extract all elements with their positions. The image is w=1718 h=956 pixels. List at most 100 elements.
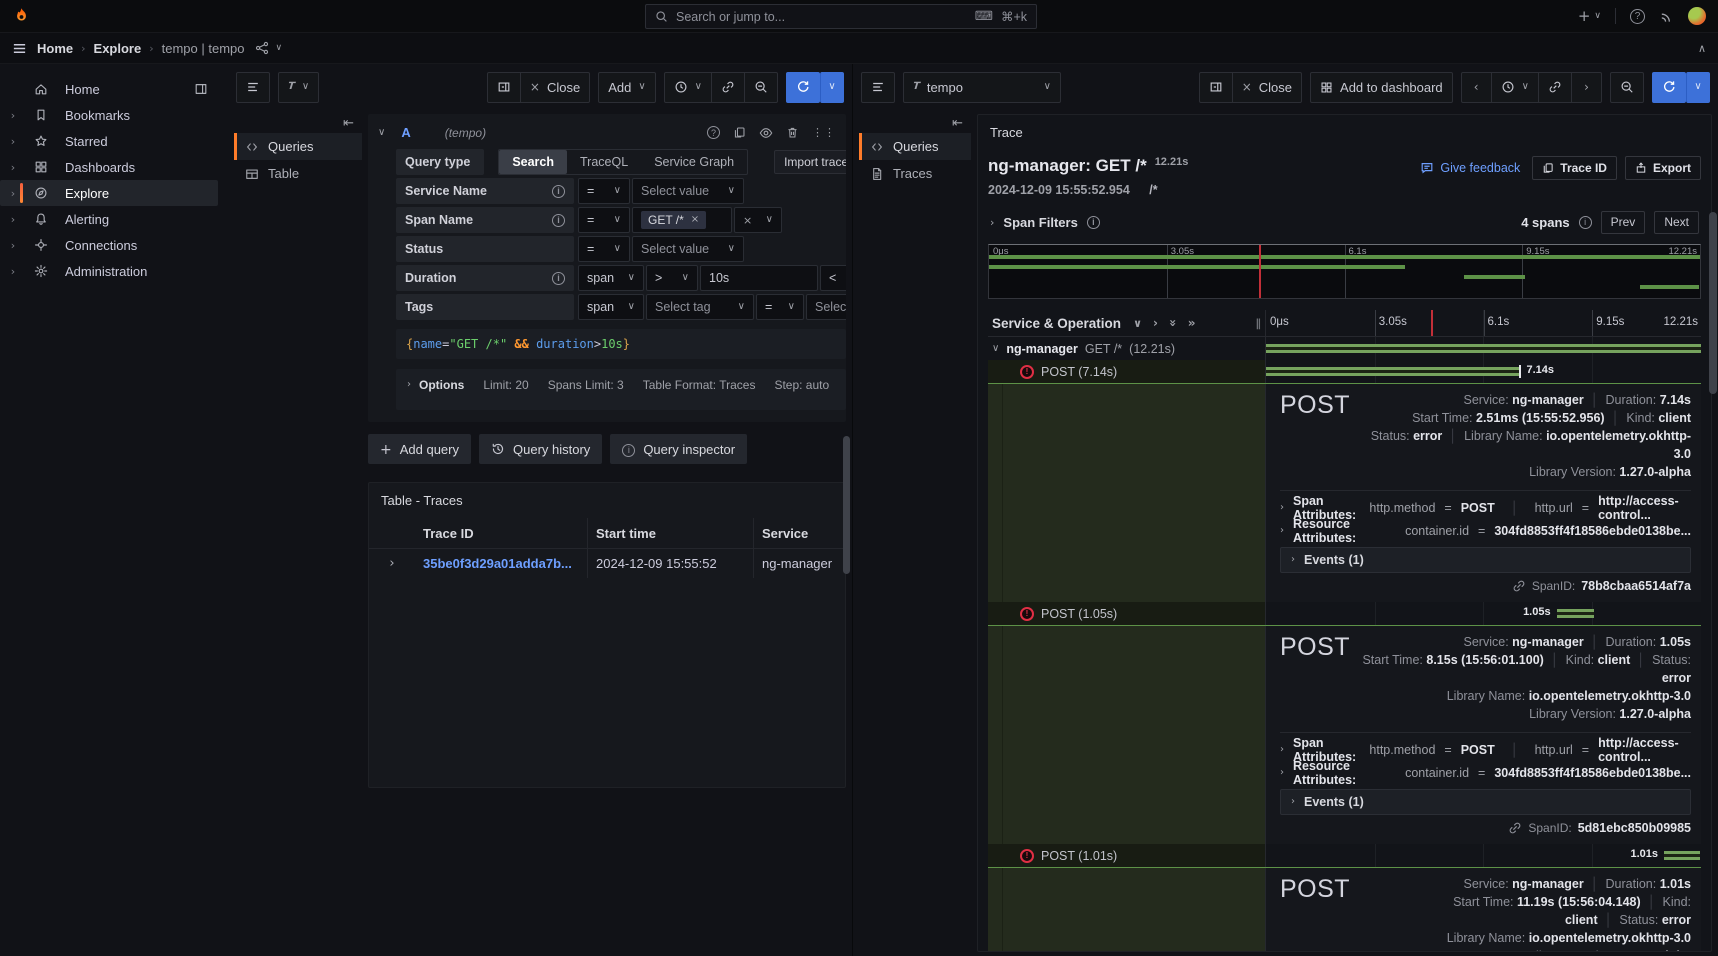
panel-title[interactable]: Trace bbox=[990, 125, 1701, 140]
chevron-right-icon[interactable]: › bbox=[1280, 526, 1284, 536]
sidebar-item-administration[interactable]: ›Administration bbox=[0, 258, 218, 284]
span-label-cell[interactable]: !POST (1.05s) bbox=[988, 602, 1266, 625]
chevron-right-icon[interactable]: › bbox=[0, 240, 26, 251]
link-icon[interactable] bbox=[1538, 72, 1572, 103]
trace-scrollbar[interactable] bbox=[1709, 212, 1712, 394]
expand-right-icon[interactable]: › bbox=[1153, 317, 1158, 329]
duration-scope-select[interactable]: span∨ bbox=[578, 265, 644, 291]
export-button[interactable]: Export bbox=[1625, 156, 1701, 180]
tags-scope-select[interactable]: span∨ bbox=[578, 294, 644, 320]
chevron-right-icon[interactable]: › bbox=[0, 136, 26, 147]
collapse-rail-icon[interactable]: ⇤ bbox=[343, 117, 354, 130]
span-row[interactable]: !POST (7.14s)7.14s bbox=[988, 360, 1701, 383]
sort-down-icon[interactable]: ∨ bbox=[1133, 318, 1142, 329]
service-name-value-select[interactable]: Select value∨ bbox=[632, 178, 744, 204]
options-toggle[interactable]: ›Options bbox=[407, 378, 464, 392]
status-op-select[interactable]: =∨ bbox=[578, 236, 630, 262]
duration-max-op-select[interactable]: < bbox=[820, 265, 846, 291]
add-to-dashboard-button[interactable]: Add to dashboard bbox=[1310, 72, 1453, 103]
chevron-right-icon[interactable]: › bbox=[1291, 555, 1295, 565]
left-pane-scrollbar[interactable] bbox=[843, 436, 850, 574]
duplicate-query-icon[interactable] bbox=[733, 126, 746, 139]
span-name-clear[interactable]: ×∨ bbox=[734, 207, 782, 233]
status-value-select[interactable]: Select value∨ bbox=[632, 236, 744, 262]
chevron-right-icon[interactable]: › bbox=[1291, 797, 1295, 807]
sidebar-item-dashboards[interactable]: ›Dashboards bbox=[0, 154, 218, 180]
sidebar-item-bookmarks[interactable]: ›Bookmarks bbox=[0, 102, 218, 128]
import-trace-button[interactable]: Import trace bbox=[774, 150, 846, 174]
delete-query-icon[interactable] bbox=[786, 126, 799, 139]
query-type-traceql[interactable]: TraceQL bbox=[567, 150, 641, 174]
grafana-logo-icon[interactable] bbox=[12, 7, 31, 26]
span-bar[interactable] bbox=[1664, 851, 1700, 860]
events-row[interactable]: ›Events (1) bbox=[1280, 789, 1691, 815]
link-icon[interactable] bbox=[711, 72, 745, 103]
time-shift-forward-icon[interactable]: › bbox=[1571, 72, 1602, 103]
collapse-top-icon[interactable]: ∧ bbox=[1698, 43, 1706, 54]
table-row[interactable]: ›35be0f3d29a01adda7b...2024-12-09 15:55:… bbox=[369, 548, 845, 578]
span-name-op-select[interactable]: =∨ bbox=[578, 207, 630, 233]
collapse-query-icon[interactable]: ∨ bbox=[378, 128, 385, 138]
add-query-button[interactable]: +Add query bbox=[368, 434, 471, 464]
run-query-options-icon[interactable]: ∨ bbox=[820, 72, 844, 103]
query-ref-id[interactable]: A bbox=[401, 125, 410, 140]
query-options[interactable]: ›OptionsLimit: 20Spans Limit: 3Table For… bbox=[396, 369, 846, 410]
span-name-value-select[interactable]: GET /*× bbox=[632, 207, 732, 233]
add-button[interactable]: Add∨ bbox=[598, 72, 655, 103]
close-pane-button[interactable]: ×Close bbox=[1232, 72, 1302, 103]
close-pane-button[interactable]: ×Close bbox=[520, 72, 590, 103]
span-bar[interactable] bbox=[1266, 344, 1701, 353]
column-start-time[interactable]: Start time bbox=[587, 518, 753, 548]
link-icon[interactable] bbox=[1512, 579, 1526, 593]
breadcrumb-explore[interactable]: Explore bbox=[94, 41, 142, 56]
expand-all-icon[interactable]: » bbox=[1188, 317, 1196, 329]
column-trace-id[interactable]: Trace ID bbox=[415, 526, 587, 541]
panel-right-icon[interactable] bbox=[194, 82, 208, 96]
run-query-options-icon[interactable]: ∨ bbox=[1686, 72, 1710, 103]
remove-chip-icon[interactable]: × bbox=[691, 215, 699, 225]
span-timeline-cell[interactable] bbox=[1266, 337, 1701, 360]
avatar[interactable] bbox=[1688, 7, 1706, 25]
breadcrumb-home[interactable]: Home bbox=[37, 41, 73, 56]
chevron-right-icon[interactable]: › bbox=[1280, 768, 1284, 778]
sidebar-item-starred[interactable]: ›Starred bbox=[0, 128, 218, 154]
news-icon[interactable] bbox=[1659, 9, 1674, 24]
query-rows-icon[interactable] bbox=[236, 72, 270, 103]
time-shift-back-icon[interactable]: ‹ bbox=[1461, 72, 1492, 103]
rail-item-queries[interactable]: Queries bbox=[234, 133, 362, 160]
panel-title[interactable]: Table - Traces bbox=[369, 490, 845, 518]
column-service[interactable]: Service bbox=[753, 518, 845, 548]
run-query-button[interactable] bbox=[786, 72, 820, 103]
split-view-icon[interactable] bbox=[1199, 72, 1233, 103]
span-bar[interactable] bbox=[1557, 609, 1594, 618]
span-label-cell[interactable]: ∨ng-managerGET /*(12.21s) bbox=[988, 337, 1266, 360]
chevron-right-icon[interactable]: › bbox=[0, 266, 26, 277]
query-help-icon[interactable]: ? bbox=[707, 126, 720, 139]
rail-item-traces[interactable]: Traces bbox=[859, 160, 971, 187]
trace-id-button[interactable]: Trace ID bbox=[1532, 156, 1617, 180]
zoom-out-icon[interactable] bbox=[1610, 72, 1644, 103]
expand-row-icon[interactable]: › bbox=[369, 557, 415, 570]
span-label-cell[interactable]: !POST (1.01s) bbox=[988, 844, 1266, 867]
span-timeline-cell[interactable]: 7.14s bbox=[1266, 360, 1701, 383]
prev-span-button[interactable]: Prev bbox=[1601, 211, 1646, 234]
span-timeline-cell[interactable]: 1.01s bbox=[1266, 844, 1701, 867]
chevron-right-icon[interactable]: › bbox=[0, 110, 26, 121]
query-rows-icon[interactable] bbox=[861, 72, 895, 103]
attribute-row[interactable]: ›Resource Attributes:container.id = 304f… bbox=[1280, 761, 1691, 784]
sidebar-item-alerting[interactable]: ›Alerting bbox=[0, 206, 218, 232]
trace-minimap[interactable]: 0μs3.05s6.1s9.15s12.21s bbox=[988, 244, 1701, 299]
rail-item-queries[interactable]: Queries bbox=[859, 133, 971, 160]
query-history-button[interactable]: Query history bbox=[479, 434, 602, 464]
chevron-right-icon[interactable]: › bbox=[0, 214, 26, 225]
column-resize-handle[interactable]: ∥ bbox=[1256, 318, 1262, 329]
duration-op-select[interactable]: >∨ bbox=[646, 265, 698, 291]
sidebar-item-connections[interactable]: ›Connections bbox=[0, 232, 218, 258]
help-icon[interactable]: ? bbox=[1630, 9, 1645, 24]
add-menu-button[interactable]: +∨ bbox=[1578, 9, 1601, 24]
span-bar[interactable] bbox=[1266, 367, 1520, 376]
chevron-right-icon[interactable]: › bbox=[1280, 745, 1284, 755]
span-label-cell[interactable]: !POST (7.14s) bbox=[988, 360, 1266, 383]
time-picker-button[interactable]: ∨ bbox=[664, 72, 712, 103]
search-input[interactable]: Search or jump to... ⌨ ⌘+k bbox=[645, 4, 1037, 29]
